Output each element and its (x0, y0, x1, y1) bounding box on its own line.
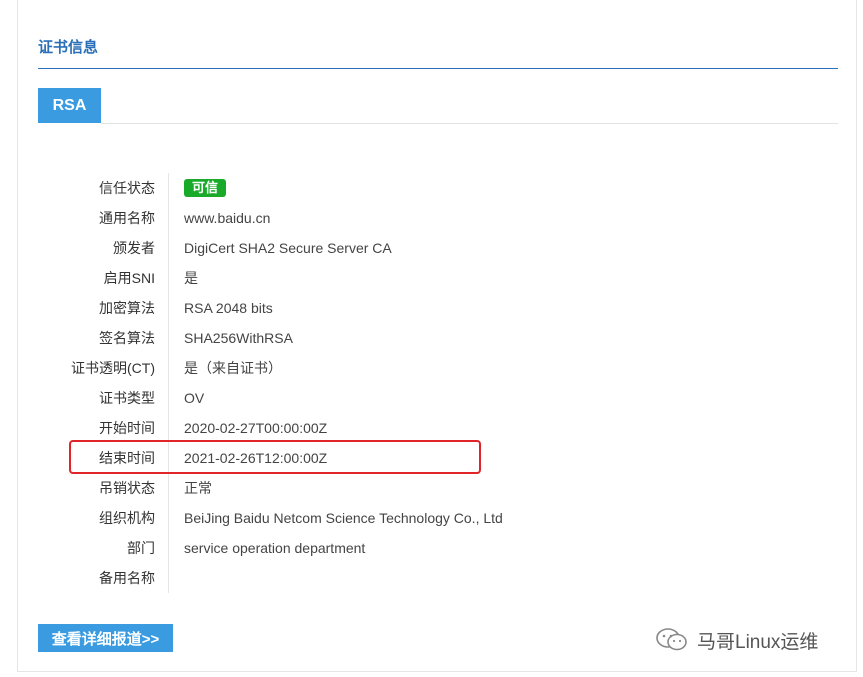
detail-row-revocation: 吊销状态 正常 (0, 473, 860, 503)
detail-label: 部门 (127, 540, 155, 556)
detail-label: 开始时间 (99, 420, 155, 436)
detail-row-start-time: 开始时间 2020-02-27T00:00:00Z (0, 413, 860, 443)
detail-label: 信任状态 (99, 180, 155, 196)
detail-value: 是（来自证书） (184, 360, 282, 376)
end-time-highlight-box (69, 440, 481, 474)
detail-row-ct: 证书透明(CT) 是（来自证书） (0, 353, 860, 383)
section-title: 证书信息 (38, 39, 99, 56)
detail-value: 2020-02-27T00:00:00Z (184, 420, 328, 436)
view-detail-report-button[interactable]: 查看详细报道>> (38, 624, 173, 652)
detail-row-issuer: 颁发者 DigiCert SHA2 Secure Server CA (0, 233, 860, 263)
detail-row-alt-names: 备用名称 (0, 563, 860, 593)
detail-row-cert-type: 证书类型 OV (0, 383, 860, 413)
watermark: 马哥Linux运维 (655, 625, 818, 655)
trusted-badge: 可信 (184, 179, 227, 198)
detail-label: 证书类型 (99, 390, 155, 406)
wechat-icon (656, 628, 687, 651)
detail-label: 证书透明(CT) (71, 360, 155, 376)
detail-row-sni: 启用SNI 是 (0, 263, 860, 293)
detail-label: 颁发者 (113, 240, 155, 256)
detail-value: 正常 (184, 480, 212, 496)
detail-value: service operation department (184, 540, 366, 556)
watermark-text: 马哥Linux运维 (697, 631, 819, 653)
detail-row-encryption: 加密算法 RSA 2048 bits (0, 293, 860, 323)
tab-divider (101, 123, 838, 124)
detail-value: RSA 2048 bits (184, 300, 273, 316)
detail-label: 备用名称 (99, 570, 155, 586)
detail-value: OV (184, 390, 205, 406)
detail-label: 吊销状态 (99, 480, 155, 496)
tab-rsa[interactable]: RSA (38, 88, 101, 123)
detail-label: 通用名称 (99, 210, 155, 226)
detail-row-trust-status: 信任状态 可信 (0, 173, 860, 203)
detail-row-organization: 组织机构 BeiJing Baidu Netcom Science Techno… (0, 503, 860, 533)
detail-row-department: 部门 service operation department (0, 533, 860, 563)
detail-label: 加密算法 (99, 300, 155, 316)
detail-row-signature: 签名算法 SHA256WithRSA (0, 323, 860, 353)
detail-row-common-name: 通用名称 www.baidu.cn (0, 203, 860, 233)
detail-value: BeiJing Baidu Netcom Science Technology … (184, 510, 503, 526)
detail-label: 启用SNI (103, 270, 155, 286)
title-divider (38, 68, 838, 69)
detail-value: DigiCert SHA2 Secure Server CA (184, 240, 392, 256)
detail-value: www.baidu.cn (184, 210, 271, 226)
detail-value: SHA256WithRSA (184, 330, 293, 346)
detail-label: 组织机构 (99, 510, 155, 526)
detail-value: 是 (184, 270, 198, 286)
detail-label: 签名算法 (99, 330, 155, 346)
